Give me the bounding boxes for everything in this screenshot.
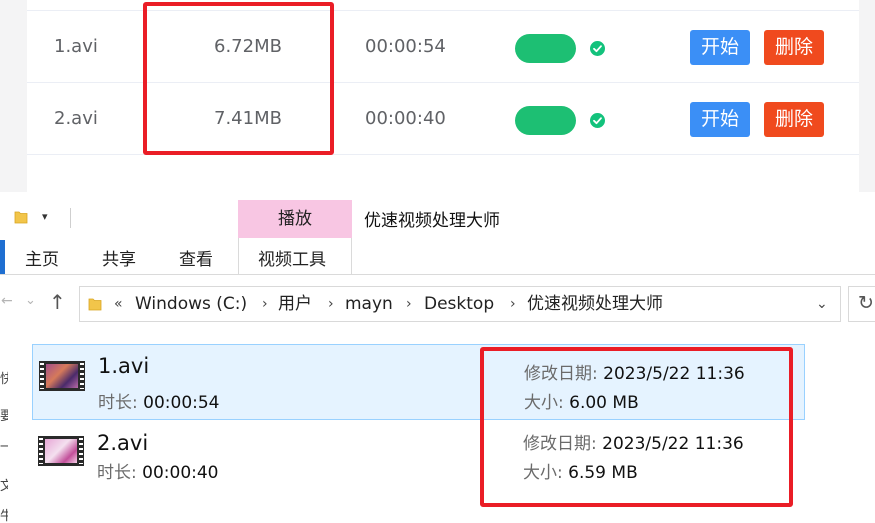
breadcrumb-separator[interactable]: › [262,287,268,321]
film-perforation [39,438,43,464]
breadcrumb-separator[interactable]: › [406,287,412,321]
video-file-icon [38,436,84,466]
task-duration: 00:00:54 [365,36,446,57]
folder-icon[interactable] [14,209,28,225]
breadcrumb-users[interactable]: 用户 [278,287,312,321]
chevron-down-icon[interactable]: ⌄ [816,287,828,321]
context-tab-group: 播放 [238,200,352,238]
toolbar-divider [70,208,71,228]
nav-pane-fragment[interactable]: 要 [0,405,8,424]
check-circle-icon [590,113,605,128]
folder-icon [88,298,102,311]
tab-share[interactable]: 共享 [102,245,136,270]
window-title: 优速视频处理大师 [364,211,500,231]
tab-view[interactable]: 查看 [179,245,213,270]
nav-pane-fragment[interactable]: 牛 [0,505,8,523]
film-perforation [80,363,84,389]
refresh-icon[interactable]: ↻ [858,292,874,314]
start-button[interactable]: 开始 [690,102,751,137]
highlight-box-sizes [143,2,334,155]
breadcrumb-current-folder[interactable]: 优速视频处理大师 [527,287,663,321]
context-tab-label: 播放 [278,209,312,229]
nav-pane-fragment[interactable]: 一 [0,436,8,455]
nav-pane-fragment[interactable]: 文 [0,475,8,494]
file-duration: 时长: 00:00:54 [98,393,220,413]
file-menu-edge[interactable] [0,240,5,274]
file-explorer: ▾ 播放 优速视频处理大师 主页 共享 查看 视频工具 ← ⌄ ↑ « Wind… [0,192,875,523]
address-bar[interactable]: « Windows (C:) › 用户 › mayn › Desktop › 优… [79,286,841,322]
film-perforation [40,363,44,389]
video-file-icon [39,361,85,391]
file-duration: 时长: 00:00:40 [97,463,219,483]
delete-button[interactable]: 删除 [764,102,825,137]
up-arrow-icon[interactable]: ↑ [49,290,66,314]
breadcrumb-user[interactable]: mayn [345,287,393,321]
breadcrumb-separator[interactable]: › [510,287,516,321]
tab-video-tools[interactable]: 视频工具 [258,245,326,270]
check-circle-icon [590,41,605,56]
back-arrow-icon[interactable]: ← [1,293,13,309]
ribbon-divider [0,274,875,275]
nav-pane-fragment[interactable]: 快 [0,368,8,387]
breadcrumb-separator[interactable]: › [328,287,334,321]
forward-arrow-icon[interactable]: ⌄ [25,293,36,308]
breadcrumb-desktop[interactable]: Desktop [424,287,494,321]
breadcrumb-overflow[interactable]: « [114,287,123,321]
start-button[interactable]: 开始 [690,30,751,65]
file-name: 1.avi [98,354,150,378]
highlight-box-file-info [480,347,793,507]
task-file-name: 2.avi [54,108,98,129]
task-file-name: 1.avi [54,36,98,57]
film-perforation [79,438,83,464]
screenshot-root: 1.avi 6.72MB 00:00:54 开始 删除 2.avi 7.41MB… [0,0,875,523]
enable-toggle[interactable] [515,106,576,135]
tab-home[interactable]: 主页 [25,245,59,270]
video-thumbnail [45,439,77,463]
file-name: 2.avi [97,431,149,455]
breadcrumb-drive[interactable]: Windows (C:) [135,287,247,321]
video-thumbnail [46,364,78,388]
refresh-button[interactable]: ↻ [848,286,875,322]
app-panel: 1.avi 6.72MB 00:00:54 开始 删除 2.avi 7.41MB… [0,0,875,192]
dropdown-arrow-icon[interactable]: ▾ [42,210,48,223]
enable-toggle[interactable] [515,34,576,63]
delete-button[interactable]: 删除 [764,30,825,65]
task-duration: 00:00:40 [365,108,446,129]
